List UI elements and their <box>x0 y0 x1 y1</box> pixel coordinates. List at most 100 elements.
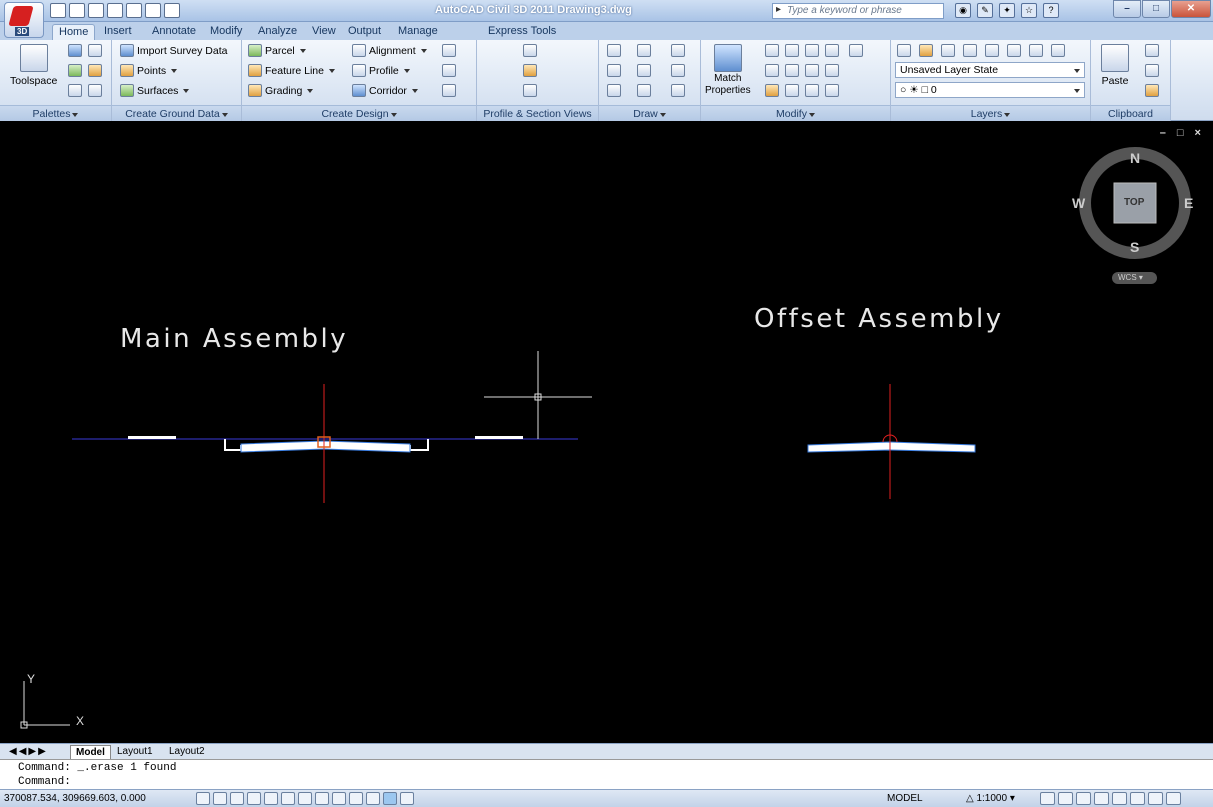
circle-icon[interactable] <box>637 64 651 77</box>
lock-icon[interactable] <box>1094 792 1109 805</box>
scale-icon[interactable] <box>825 44 839 57</box>
panel-title-palettes[interactable]: Palettes <box>0 105 111 121</box>
plot-icon[interactable] <box>107 3 123 18</box>
tab-output[interactable]: Output <box>342 24 387 40</box>
assembly-icon[interactable] <box>442 64 456 77</box>
osnap-icon[interactable] <box>281 792 295 805</box>
spline-icon[interactable] <box>607 84 621 97</box>
annotation-visibility-icon[interactable] <box>1040 792 1055 805</box>
panel-title-layers[interactable]: Layers <box>891 105 1090 121</box>
copy-clip-icon[interactable] <box>1145 64 1159 77</box>
hardware-acceleration-icon[interactable] <box>1112 792 1127 805</box>
open-icon[interactable] <box>69 3 85 18</box>
redo-icon[interactable] <box>145 3 161 18</box>
feature-line-button[interactable]: Feature Line <box>248 64 335 77</box>
profile-view-icon[interactable] <box>523 44 537 57</box>
tab-analyze[interactable]: Analyze <box>252 24 303 40</box>
new-icon[interactable] <box>50 3 66 18</box>
panel-title-draw[interactable]: Draw <box>599 105 700 121</box>
viewcube-north[interactable]: N <box>1130 150 1140 166</box>
current-layer-dropdown[interactable]: ○ ☀ □ 0 <box>895 82 1085 98</box>
point-icon[interactable] <box>607 64 621 77</box>
ellipse-icon[interactable] <box>637 84 651 97</box>
layer-off-icon[interactable] <box>1051 44 1065 57</box>
section-view-icon[interactable] <box>523 84 537 97</box>
communication-icon[interactable]: ✦ <box>999 3 1015 18</box>
points-button[interactable]: Points <box>120 64 178 77</box>
hatch-icon[interactable] <box>671 84 685 97</box>
drawing-canvas[interactable] <box>0 121 1213 743</box>
trim-icon[interactable] <box>765 64 779 77</box>
binoculars-icon[interactable]: ◉ <box>955 3 971 18</box>
match-icon[interactable] <box>1145 84 1159 97</box>
stretch-icon[interactable] <box>849 44 863 57</box>
dyn-icon[interactable] <box>349 792 363 805</box>
panel-title-create-design[interactable]: Create Design <box>242 105 476 121</box>
tab-modify[interactable]: Modify <box>204 24 248 40</box>
layer-previous-icon[interactable] <box>963 44 977 57</box>
grading-button[interactable]: Grading <box>248 84 314 97</box>
polar-icon[interactable] <box>264 792 278 805</box>
alignment-button[interactable]: Alignment <box>352 44 427 57</box>
toolspace-button[interactable]: Toolspace <box>10 44 57 87</box>
line-icon[interactable] <box>607 44 621 57</box>
favorites-icon[interactable]: ☆ <box>1021 3 1037 18</box>
application-menu-button[interactable]: 3D <box>4 2 44 38</box>
model-space-toggle[interactable]: MODEL <box>887 793 923 804</box>
viewcube-east[interactable]: E <box>1184 195 1193 211</box>
arc-icon[interactable] <box>671 44 685 57</box>
maximize-button[interactable]: □ <box>1142 0 1170 18</box>
parcel-button[interactable]: Parcel <box>248 44 306 57</box>
tab-view[interactable]: View <box>306 24 342 40</box>
workspace-icon[interactable] <box>164 3 180 18</box>
otrack-icon[interactable] <box>315 792 329 805</box>
profile-button[interactable]: Profile <box>352 64 410 77</box>
import-survey-data-button[interactable]: Import Survey Data <box>120 44 227 57</box>
tab-insert[interactable]: Insert <box>98 24 138 40</box>
auto-scale-icon[interactable] <box>1058 792 1073 805</box>
subscription-icon[interactable]: ✎ <box>977 3 993 18</box>
panel-title-clipboard[interactable]: Clipboard <box>1091 105 1170 121</box>
properties-icon[interactable] <box>68 84 82 97</box>
drawing-viewport[interactable]: – □ × Main Assembly Offset Assembly N S … <box>0 121 1213 743</box>
survey-palette-icon[interactable] <box>68 64 82 77</box>
prospector-icon[interactable] <box>68 44 82 57</box>
tab-layout2[interactable]: Layout2 <box>164 745 210 758</box>
pipe-network-icon[interactable] <box>442 84 456 97</box>
sample-lines-icon[interactable] <box>523 64 537 77</box>
intersection-icon[interactable] <box>442 44 456 57</box>
layer-make-current-icon[interactable] <box>919 44 933 57</box>
grid-icon[interactable] <box>230 792 244 805</box>
isolate-objects-icon[interactable] <box>1130 792 1145 805</box>
viewcube-top-label[interactable]: TOP <box>1124 197 1144 208</box>
annotation-scale[interactable]: △ 1:1000 ▾ <box>966 793 1015 804</box>
tab-express-tools[interactable]: Express Tools <box>482 24 562 40</box>
corridor-button[interactable]: Corridor <box>352 84 418 97</box>
settings-palette-icon[interactable] <box>88 44 102 57</box>
toolbox-icon[interactable] <box>88 64 102 77</box>
workspace-switch-icon[interactable] <box>1076 792 1091 805</box>
ortho-icon[interactable] <box>247 792 261 805</box>
save-icon[interactable] <box>88 3 104 18</box>
coordinates-readout[interactable]: 370087.534, 309669.603, 0.000 <box>4 793 146 804</box>
infer-constraints-icon[interactable] <box>196 792 210 805</box>
rectangle-icon[interactable] <box>671 64 685 77</box>
design-center-icon[interactable] <box>88 84 102 97</box>
panel-title-profile-section[interactable]: Profile & Section Views <box>477 105 598 121</box>
match-properties-button[interactable]: Match Properties <box>705 44 751 96</box>
polyline-icon[interactable] <box>637 44 651 57</box>
tab-layout1[interactable]: Layout1 <box>112 745 158 758</box>
command-prompt[interactable]: Command: <box>18 776 71 788</box>
rotate-icon[interactable] <box>805 44 819 57</box>
panel-title-create-ground[interactable]: Create Ground Data <box>112 105 241 121</box>
clean-screen-icon[interactable] <box>1166 792 1181 805</box>
viewcube-south[interactable]: S <box>1130 239 1139 255</box>
layout-nav-arrows[interactable]: ◀◀▶▶ <box>4 745 53 758</box>
tab-home[interactable]: Home <box>52 24 96 40</box>
layer-unisolate-icon[interactable] <box>1007 44 1021 57</box>
fillet-icon[interactable] <box>785 64 799 77</box>
layer-state-dropdown[interactable]: Unsaved Layer State <box>895 62 1085 78</box>
copy-icon[interactable] <box>785 44 799 57</box>
snap-icon[interactable] <box>213 792 227 805</box>
tab-annotate[interactable]: Annotate <box>146 24 202 40</box>
